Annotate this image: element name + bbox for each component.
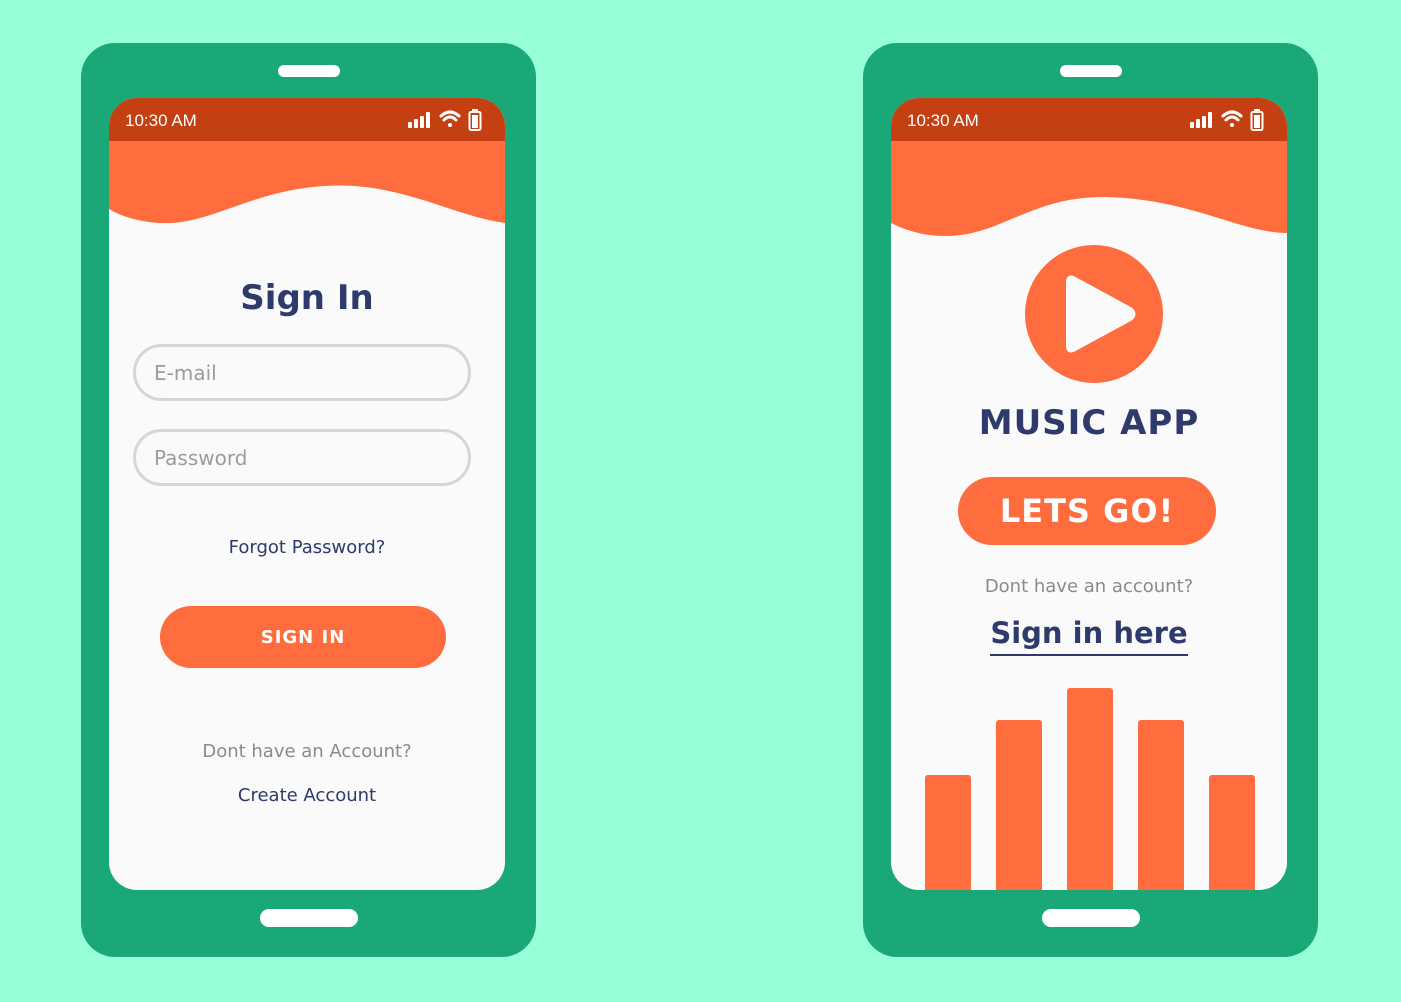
create-account-link[interactable]: Create Account xyxy=(109,785,505,806)
sign-in-screen: 10:30 AM Sign In E-mail Forgot Password?… xyxy=(109,98,505,890)
status-time: 10:30 AM xyxy=(125,111,197,130)
battery-icon xyxy=(468,109,482,131)
signal-icon xyxy=(408,112,430,128)
equalizer-bar xyxy=(1209,775,1255,890)
no-account-text: Dont have an Account? xyxy=(202,741,412,762)
forgot-password-link[interactable]: Forgot Password? xyxy=(109,537,505,558)
wifi-icon xyxy=(439,110,461,127)
equalizer-bar xyxy=(1067,688,1113,890)
equalizer-bar xyxy=(1138,720,1184,890)
header-wave xyxy=(109,141,505,224)
equalizer-bar xyxy=(996,720,1042,890)
music-app-screen: 10:30 AM MUSIC APP LETS GO! Dont have an… xyxy=(891,98,1287,890)
email-field[interactable] xyxy=(133,344,471,401)
home-button xyxy=(260,909,358,927)
status-icons xyxy=(408,109,482,131)
phone-speaker xyxy=(1060,65,1122,77)
equalizer-bars xyxy=(925,688,1255,890)
phone-speaker xyxy=(278,65,340,77)
sign-in-title: Sign In xyxy=(240,278,374,318)
status-bar: 10:30 AM xyxy=(109,98,505,141)
phone-sign-in: 10:30 AM Sign In E-mail Forgot Password?… xyxy=(81,43,536,957)
phone-music-app: 10:30 AM MUSIC APP LETS GO! Dont have an… xyxy=(863,43,1318,957)
home-button xyxy=(1042,909,1140,927)
sign-in-button[interactable]: SIGN IN xyxy=(160,606,446,668)
password-field[interactable] xyxy=(133,429,471,486)
equalizer-bar xyxy=(925,775,971,890)
